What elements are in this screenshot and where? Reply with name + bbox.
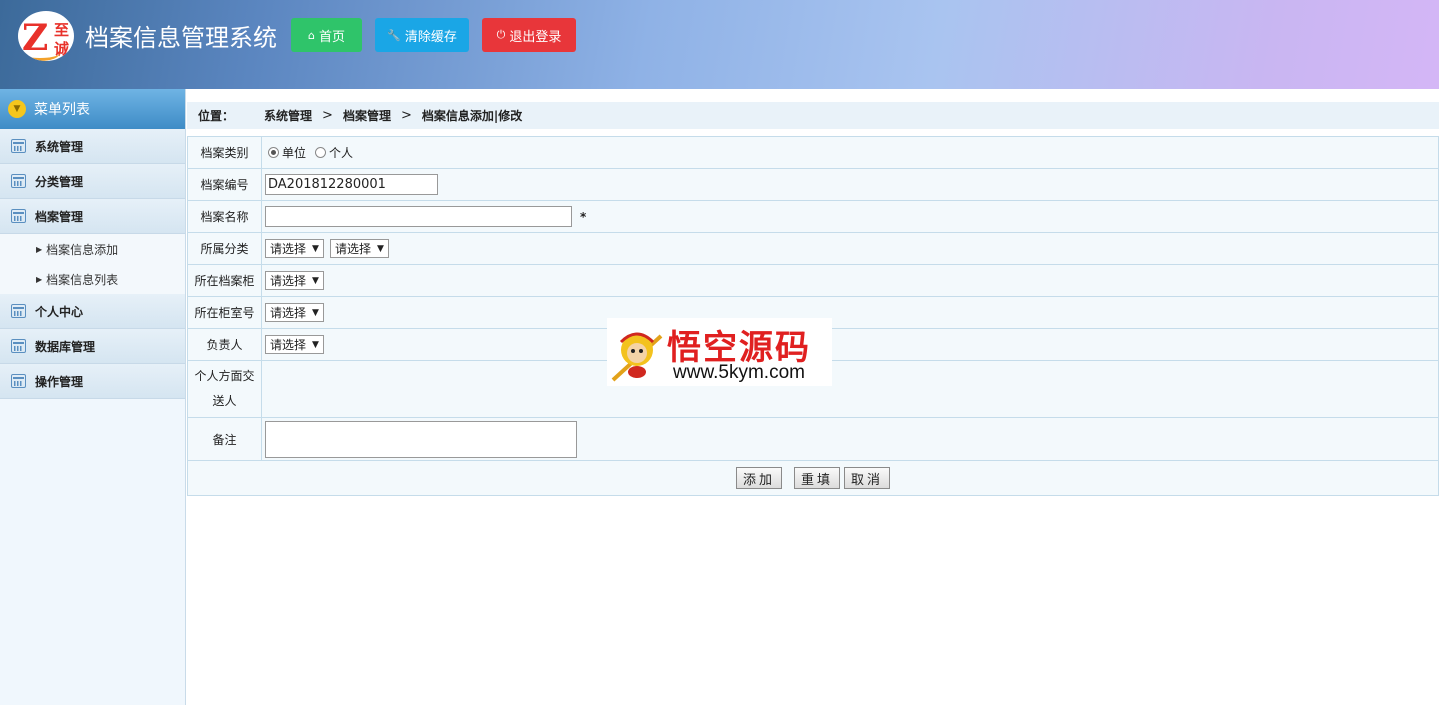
- sidebar-item-database[interactable]: 数据库管理: [0, 329, 185, 364]
- radio-personal-control[interactable]: [315, 147, 327, 158]
- category-select-1[interactable]: 请选择 ▼: [265, 239, 324, 258]
- type-label: 档案类别: [188, 137, 262, 168]
- dropdown-arrow-icon: ▼: [312, 275, 319, 286]
- calendar-icon: [11, 209, 26, 223]
- app-header: Z 至 诚 档案信息管理系统 ⌂ 首页 🔧 清除缓存 ⏻ 退出登录: [0, 0, 1439, 89]
- sidebar-item-archive[interactable]: 档案管理: [0, 199, 185, 234]
- room-label: 所在柜室号: [188, 297, 262, 328]
- sender-label: 个人方面交送人: [188, 361, 262, 417]
- radio-personal[interactable]: 个人: [315, 144, 353, 161]
- radio-personal-label: 个人: [329, 146, 354, 160]
- sidebar-item-personal[interactable]: 个人中心: [0, 294, 185, 329]
- calendar-icon: [11, 174, 26, 188]
- breadcrumb-item: 档案信息添加|修改: [421, 109, 523, 123]
- category-label: 所属分类: [188, 233, 262, 264]
- sidebar-subitem-archive-add[interactable]: ▶ 档案信息添加: [0, 234, 185, 264]
- sidebar-item-operation[interactable]: 操作管理: [0, 364, 185, 399]
- calendar-icon: [11, 139, 26, 153]
- radio-unit-label: 单位: [282, 146, 307, 160]
- menu-list-header[interactable]: ▼ 菜单列表: [0, 89, 185, 129]
- logout-button[interactable]: ⏻ 退出登录: [482, 18, 576, 52]
- form-row-number: 档案编号 DA201812280001: [188, 169, 1438, 201]
- form-row-category: 所属分类 请选择 ▼ 请选择 ▼: [188, 233, 1438, 265]
- logout-button-label: 退出登录: [509, 29, 562, 45]
- form-row-cabinet: 所在档案柜 请选择 ▼: [188, 265, 1438, 297]
- menu-list-label: 菜单列表: [34, 102, 90, 118]
- app-title: 档案信息管理系统: [85, 24, 277, 52]
- dropdown-arrow-icon: ▼: [376, 243, 384, 254]
- form-row-remark: 备注: [188, 418, 1438, 461]
- watermark: 悟空源码 www.5kym.com: [607, 318, 832, 386]
- main-content: 位置： 系统管理 > 档案管理 > 档案信息添加|修改 档案类别 单位 个人 档…: [187, 102, 1439, 496]
- number-label: 档案编号: [188, 169, 262, 200]
- chevron-down-icon: ▼: [8, 100, 26, 118]
- home-button[interactable]: ⌂ 首页: [291, 18, 362, 52]
- owner-label: 负责人: [188, 329, 262, 360]
- sidebar-subitem-archive-list[interactable]: ▶ 档案信息列表: [0, 264, 185, 294]
- dropdown-arrow-icon: ▼: [312, 243, 319, 254]
- breadcrumb-item[interactable]: 系统管理: [264, 107, 312, 124]
- category-select-2[interactable]: 请选择 ▼: [329, 239, 389, 258]
- required-mark: *: [580, 209, 587, 224]
- form-row-name: 档案名称 *: [188, 201, 1438, 233]
- watermark-url: www.5kym.com: [673, 362, 805, 383]
- owner-select[interactable]: 请选择 ▼: [265, 335, 324, 354]
- clear-cache-button[interactable]: 🔧 清除缓存: [375, 18, 469, 52]
- breadcrumb: 位置： 系统管理 > 档案管理 > 档案信息添加|修改: [187, 102, 1439, 129]
- calendar-icon: [11, 374, 26, 388]
- home-button-label: 首页: [318, 29, 345, 45]
- monkey-king-logo-icon: [611, 332, 663, 382]
- sidebar: ▼ 菜单列表 系统管理 分类管理 档案管理 ▶ 档案信息添加 ▶ 档案信息列表 …: [0, 89, 186, 705]
- archive-name-input[interactable]: [265, 206, 572, 227]
- form-actions: 添加 重填 取消: [188, 461, 1438, 495]
- cancel-button[interactable]: 取消: [844, 467, 891, 489]
- name-label: 档案名称: [188, 201, 262, 232]
- home-icon: ⌂: [308, 28, 315, 42]
- archive-number-input[interactable]: DA201812280001: [265, 174, 438, 195]
- reset-button[interactable]: 重填: [793, 467, 840, 489]
- chevron-right-icon: >: [400, 108, 412, 123]
- app-logo: Z 至 诚: [18, 11, 74, 61]
- form-row-type: 档案类别 单位 个人: [188, 137, 1438, 169]
- chevron-right-icon: >: [322, 108, 333, 123]
- breadcrumb-item[interactable]: 档案管理: [343, 107, 391, 124]
- calendar-icon: [11, 339, 26, 353]
- add-button[interactable]: 添加: [735, 467, 782, 489]
- archive-form: 档案类别 单位 个人 档案编号 DA201812280001 档案名称 * 所属…: [187, 136, 1439, 496]
- caret-right-icon: ▶: [36, 274, 43, 284]
- sidebar-item-category[interactable]: 分类管理: [0, 164, 185, 199]
- cabinet-label: 所在档案柜: [188, 265, 262, 296]
- power-icon: ⏻: [496, 28, 506, 41]
- remark-label: 备注: [188, 418, 262, 460]
- remark-textarea[interactable]: [265, 420, 577, 458]
- radio-unit-control[interactable]: [268, 147, 279, 158]
- caret-right-icon: ▶: [36, 244, 43, 254]
- breadcrumb-label: 位置：: [198, 109, 235, 123]
- clear-cache-button-label: 清除缓存: [404, 29, 457, 45]
- wrench-icon: 🔧: [387, 28, 401, 42]
- dropdown-arrow-icon: ▼: [312, 307, 319, 318]
- room-select[interactable]: 请选择 ▼: [265, 303, 324, 322]
- calendar-icon: [11, 304, 26, 318]
- radio-unit[interactable]: 单位: [268, 144, 306, 161]
- cabinet-select[interactable]: 请选择 ▼: [265, 271, 324, 290]
- sidebar-item-system[interactable]: 系统管理: [0, 129, 185, 164]
- dropdown-arrow-icon: ▼: [312, 339, 319, 350]
